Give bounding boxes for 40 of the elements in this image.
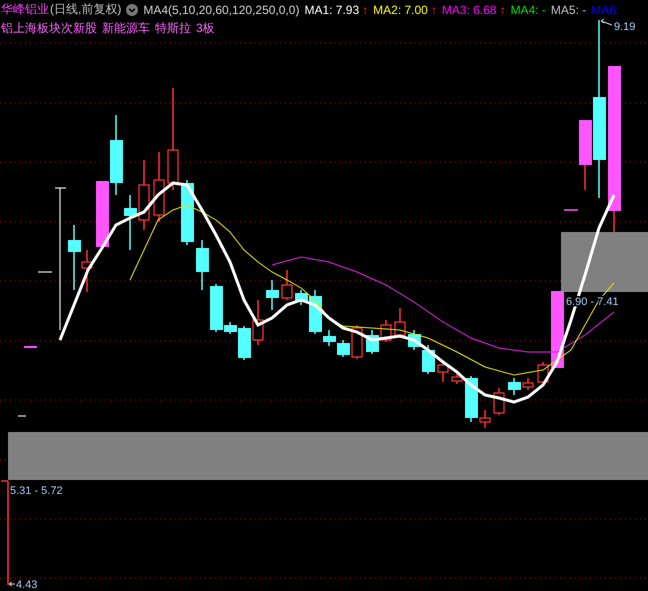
trend-arrow: ↑: [500, 2, 506, 16]
indicator-label: MA4(5,10,20,60,120,250,0,0): [143, 2, 300, 16]
moving-average-value: MA5: -: [550, 2, 586, 16]
candlestick: [451, 372, 463, 384]
stock-name: 华峰铝业: [1, 1, 49, 18]
candlestick: [380, 320, 392, 342]
candlestick: [196, 240, 209, 290]
candlestick: [252, 300, 264, 345]
trend-arrow: ↑: [430, 2, 437, 16]
concept-tag: 3板: [196, 20, 215, 37]
candlestick: [24, 346, 37, 348]
moving-average-value: MA6:: [591, 2, 620, 16]
low-price-label: 4.43: [16, 579, 38, 591]
candlestick: [266, 280, 279, 310]
high-price-label: 9.19: [614, 21, 636, 33]
concept-tag: 铝上海板块次新股: [1, 20, 97, 37]
dropdown-icon[interactable]: [126, 4, 138, 16]
candlestick: [138, 160, 150, 230]
concept-tag: 特斯拉: [155, 20, 191, 37]
period-label: (日线,前复权): [50, 1, 122, 18]
moving-average-value: MA1: 7.93: [304, 2, 360, 16]
candlestick: [522, 378, 534, 390]
candlestick: [493, 388, 505, 415]
candlestick: [366, 330, 379, 354]
zone-label: 5.31 - 5.72: [10, 485, 63, 497]
moving-average-value: MA4: -: [510, 2, 546, 16]
candlestick: [437, 360, 449, 382]
pointer-arrow: [600, 18, 612, 26]
concept-tag: 新能源车: [102, 20, 150, 37]
candlestick: [96, 181, 109, 247]
moving-average-value: MA3: 6.68: [442, 2, 497, 16]
pointer-arrow: [8, 582, 16, 586]
candlestick: [153, 152, 165, 222]
candlestick: [508, 378, 521, 395]
candlestick: [281, 270, 293, 300]
candlestick: [394, 308, 406, 338]
moving-average-value: MA2: 7.00: [373, 2, 428, 16]
trend-arrow: ↑: [362, 2, 368, 16]
candlestick: [564, 209, 578, 211]
candlestick: [181, 180, 194, 245]
